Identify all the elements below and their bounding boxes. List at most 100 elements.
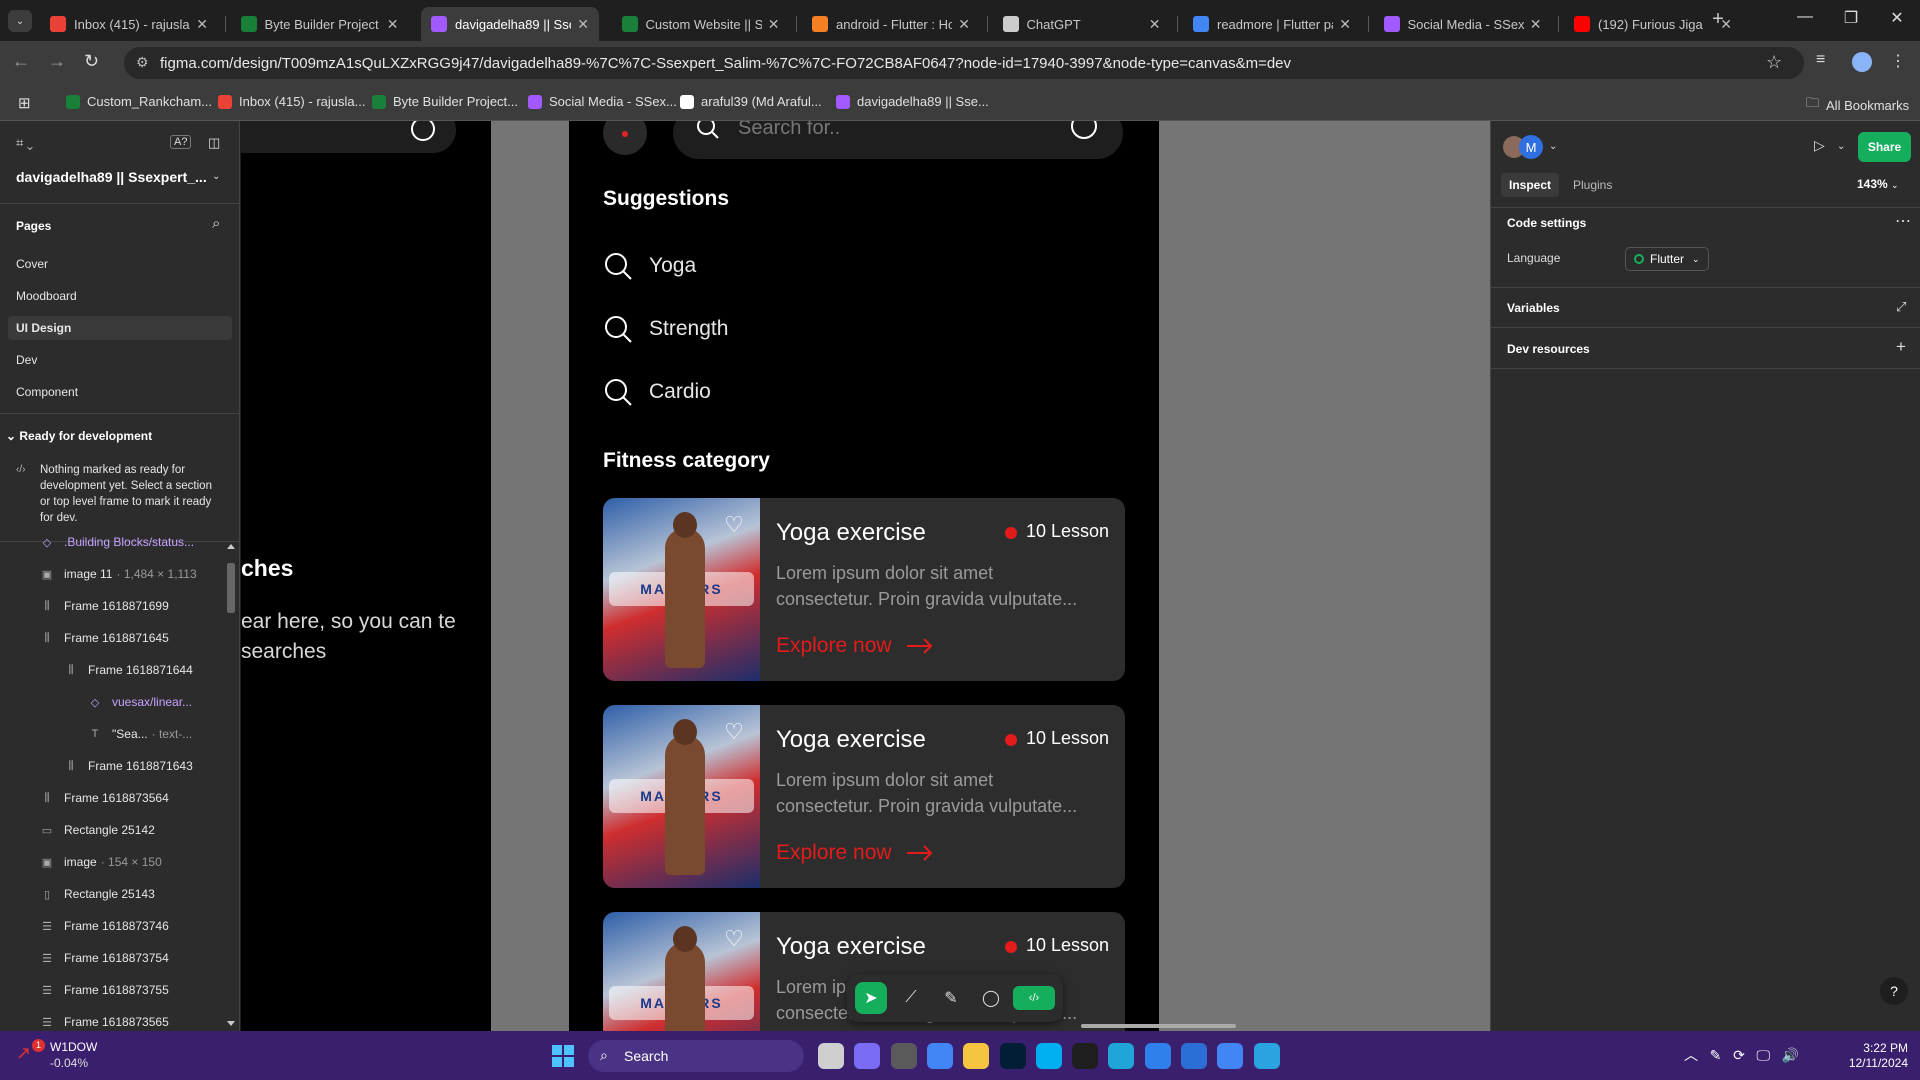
bookmark-item[interactable]: davigadelha89 || Sse... (836, 94, 989, 109)
edge-icon[interactable] (1108, 1043, 1135, 1069)
layer-row[interactable]: ⫼ Frame 1618871699 (40, 590, 168, 622)
file-explorer-icon[interactable] (963, 1043, 990, 1069)
browser-tab[interactable]: android - Flutter : Ho ✕ (802, 7, 980, 41)
add-icon[interactable]: + (1896, 337, 1906, 357)
voice-icon[interactable] (1071, 121, 1097, 139)
media-control-icon[interactable]: ≡ (1816, 51, 1825, 69)
figma-icon[interactable] (1072, 1043, 1099, 1069)
select-tool-icon[interactable]: ➤ (855, 982, 887, 1014)
search-screen-frame[interactable]: Search for.. Suggestions Yoga Strength Car… (569, 121, 1159, 1031)
layer-row[interactable]: ▭ Rectangle 25142 (40, 814, 155, 846)
page-item[interactable]: UI Design (8, 316, 232, 340)
store-icon[interactable] (1181, 1043, 1207, 1069)
close-tab-icon[interactable]: ✕ (1149, 16, 1161, 33)
fitness-card[interactable]: MASTERS♡Yoga exercise10 LessonLorem ipsu… (603, 498, 1125, 681)
page-item[interactable]: Cover (8, 252, 232, 276)
figma-menu-icon[interactable]: ⌗ ⌄ (16, 135, 33, 151)
address-bar[interactable]: ⚙ figma.com/design/T009mzA1sQuLXZxRGG9j4… (124, 47, 1804, 79)
taskbar-search[interactable]: ⌕ Search (588, 1040, 804, 1072)
calculator-icon[interactable] (890, 1043, 917, 1069)
browser-tab[interactable]: davigadelha89 || Ssex ✕ (421, 7, 599, 41)
layer-row[interactable]: ⫼ Frame 1618871645 (40, 622, 168, 654)
bookmark-star-icon[interactable]: ☆ (1766, 52, 1782, 73)
page-item[interactable]: Dev (8, 348, 232, 372)
layer-row[interactable]: ▯ Rectangle 25143 (40, 878, 155, 910)
dev-mode-toggle-icon[interactable]: ‹/› (1013, 986, 1055, 1010)
more-options-icon[interactable]: ⋯ (1895, 211, 1911, 231)
file-title[interactable]: davigadelha89 || Ssexpert_... (16, 169, 216, 185)
browser-tab[interactable]: Inbox (415) - rajuslam ✕ (40, 7, 218, 41)
panel-toggle-icon[interactable]: ◫ (208, 135, 220, 151)
layers-scrollbar[interactable] (226, 543, 236, 1029)
browser-tab[interactable]: Byte Builder Project L ✕ (231, 7, 409, 41)
chevron-down-icon[interactable]: ⌄ (1549, 141, 1557, 152)
photoshop-icon[interactable] (999, 1043, 1026, 1069)
chrome-active-icon[interactable] (1217, 1043, 1244, 1069)
measure-tool-icon[interactable]: ⟋ (895, 982, 927, 1014)
search-icon[interactable]: ⌕ (212, 215, 220, 232)
bookmark-item[interactable]: Custom_Rankcham... (66, 94, 212, 109)
bookmark-item[interactable]: Social Media - SSex... (528, 94, 677, 109)
heart-icon[interactable]: ♡ (722, 928, 746, 950)
back-button[interactable] (603, 121, 647, 155)
forward-icon[interactable]: → (48, 51, 66, 72)
layer-row[interactable]: ◇ .Building Blocks/status... (40, 526, 194, 558)
help-button[interactable]: ? (1880, 977, 1908, 1005)
layer-row[interactable]: ☰ Frame 1618873746 (40, 910, 169, 942)
tab-search-button[interactable]: ⌄ (8, 10, 32, 32)
bookmark-item[interactable]: Inbox (415) - rajusla... (218, 94, 365, 109)
expand-icon[interactable]: ⤢ (1896, 299, 1906, 315)
layer-row[interactable]: ☰ Frame 1618873754 (40, 942, 169, 974)
explore-now-link[interactable]: Explore now (776, 634, 934, 658)
chrome-menu-icon[interactable]: ⋮ (1890, 51, 1906, 71)
annotate-tool-icon[interactable]: ✎ (935, 982, 967, 1014)
close-tab-icon[interactable]: ✕ (1339, 16, 1351, 33)
zoom-level[interactable]: 143% ⌄ (1857, 177, 1899, 191)
tab-inspect[interactable]: Inspect (1501, 173, 1560, 197)
system-tray[interactable]: ︿ ✎ ⟳ 🖵 🔊 (1684, 1045, 1799, 1065)
close-tab-icon[interactable]: ✕ (577, 16, 589, 33)
close-tab-icon[interactable]: ✕ (1530, 16, 1542, 33)
bookmark-item[interactable]: Byte Builder Project... (372, 94, 518, 109)
copilot-icon[interactable] (854, 1043, 881, 1069)
layer-row[interactable]: ⫼ Frame 1618873564 (40, 782, 168, 814)
present-icon[interactable]: ▷ (1814, 137, 1825, 154)
all-bookmarks[interactable]: 🗀 All Bookmarks (1806, 94, 1909, 116)
reload-icon[interactable]: ↻ (84, 51, 99, 72)
chevron-down-icon[interactable]: ⌄ (1837, 141, 1845, 152)
tab-plugins[interactable]: Plugins (1565, 173, 1620, 197)
browser-tab[interactable]: ChatGPT ✕ (993, 7, 1171, 41)
layer-row[interactable]: ▣ image 11 · 1,484 × 1,113 (40, 558, 197, 590)
heart-icon[interactable]: ♡ (722, 721, 746, 743)
layer-row[interactable]: ⫼ Frame 1618871643 (64, 750, 192, 782)
layer-row[interactable]: T "Sea... · text-... (88, 718, 193, 750)
browser-tab[interactable]: readmore | Flutter pa ✕ (1183, 7, 1361, 41)
fitness-card[interactable]: MASTERS♡Yoga exercise10 LessonLorem ipsu… (603, 705, 1125, 888)
search-field[interactable]: Search for.. (673, 121, 1123, 159)
design-canvas[interactable]: ches ear here, so you can te searches Se… (241, 121, 1490, 1031)
windows-start-icon[interactable] (552, 1045, 574, 1067)
suggestion-item[interactable]: Yoga (603, 251, 696, 281)
share-button[interactable]: Share (1858, 132, 1911, 162)
layer-row[interactable]: ▣ image · 154 × 150 (40, 846, 162, 878)
close-tab-icon[interactable]: ✕ (768, 16, 780, 33)
stock-widget[interactable]: ↗ 1 W1DOW -0.04% (16, 1039, 126, 1073)
restore-icon[interactable]: ❐ (1828, 8, 1874, 28)
clock[interactable]: 3:22 PM 12/11/2024 (1838, 1041, 1908, 1071)
browser-tab[interactable]: Social Media - SSexpe ✕ (1374, 7, 1552, 41)
layer-row[interactable]: ◇ vuesax/linear... (88, 686, 192, 718)
new-tab-button[interactable]: + (1704, 8, 1732, 31)
user-avatar[interactable]: M (1519, 135, 1543, 159)
back-icon[interactable]: ← (12, 51, 30, 72)
language-select[interactable]: Flutter ⌄ (1625, 247, 1709, 271)
shield-app-icon[interactable] (1144, 1043, 1171, 1069)
explore-now-link[interactable]: Explore now (776, 841, 934, 865)
page-item[interactable]: Component (8, 380, 232, 404)
ai-icon[interactable]: A? (170, 135, 192, 149)
close-tab-icon[interactable]: ✕ (196, 16, 208, 33)
bookmark-item[interactable]: araful39 (Md Araful... (680, 94, 822, 109)
site-info-icon[interactable]: ⚙ (136, 54, 149, 71)
close-window-icon[interactable]: ✕ (1874, 8, 1920, 28)
layer-row[interactable]: ☰ Frame 1618873755 (40, 974, 169, 1006)
profile-avatar[interactable] (1852, 52, 1872, 72)
